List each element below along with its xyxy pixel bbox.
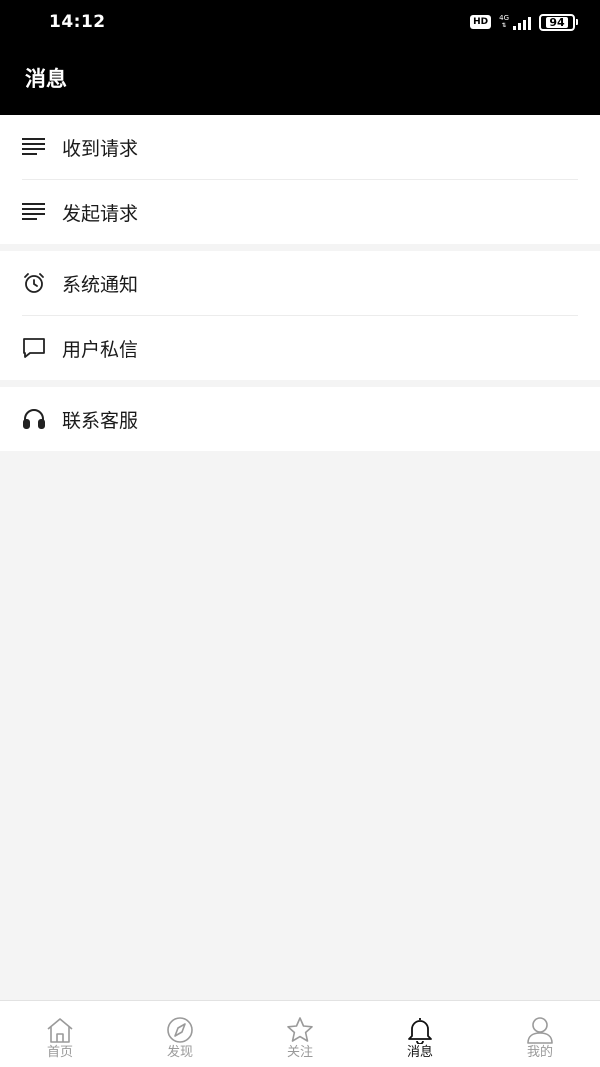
bell-icon	[405, 1015, 435, 1045]
chat-bubble-icon	[22, 336, 46, 360]
app-header: 14:12 HD 4G ⇅ 94 消息	[0, 0, 600, 115]
menu-item-label: 发起请求	[62, 202, 139, 225]
page-title: 消息	[25, 67, 67, 91]
bottom-navigation: 首页 发现 关注 消息 我的	[0, 1000, 600, 1067]
menu-item-label: 系统通知	[62, 273, 139, 296]
menu-item-label: 联系客服	[62, 409, 139, 432]
nav-item-discover[interactable]: 发现	[120, 1001, 240, 1067]
menu-group-support: 联系客服	[0, 387, 600, 451]
menu-item-label: 用户私信	[62, 338, 139, 361]
menu-item-label: 收到请求	[62, 137, 139, 160]
nav-label: 首页	[46, 1045, 73, 1060]
nav-label: 我的	[526, 1045, 553, 1060]
headphones-icon	[22, 407, 46, 431]
menu-item-customer-service[interactable]: 联系客服	[0, 387, 600, 451]
nav-label: 消息	[406, 1045, 433, 1060]
signal-icon: 4G ⇅	[499, 14, 531, 30]
menu-item-private-messages[interactable]: 用户私信	[0, 316, 600, 380]
list-icon	[22, 200, 46, 224]
home-icon	[45, 1015, 75, 1045]
nav-item-following[interactable]: 关注	[240, 1001, 360, 1067]
menu-group-requests: 收到请求 发起请求	[0, 115, 600, 244]
user-icon	[525, 1015, 555, 1045]
nav-label: 关注	[286, 1045, 313, 1060]
menu-group-messages: 系统通知 用户私信	[0, 251, 600, 380]
list-icon	[22, 135, 46, 159]
star-icon	[285, 1015, 315, 1045]
nav-label: 发现	[166, 1045, 193, 1060]
status-icons: HD 4G ⇅ 94	[470, 12, 578, 32]
status-time: 14:12	[49, 12, 106, 32]
menu-item-received-requests[interactable]: 收到请求	[0, 115, 600, 179]
nav-item-profile[interactable]: 我的	[480, 1001, 600, 1067]
compass-icon	[165, 1015, 195, 1045]
nav-item-messages[interactable]: 消息	[360, 1001, 480, 1067]
menu-item-sent-requests[interactable]: 发起请求	[0, 180, 600, 244]
network-type: 4G	[499, 14, 509, 22]
hd-badge: HD	[470, 15, 492, 29]
alarm-clock-icon	[22, 271, 46, 295]
battery-icon: 94	[539, 13, 578, 31]
nav-item-home[interactable]: 首页	[0, 1001, 120, 1067]
menu-item-system-notifications[interactable]: 系统通知	[0, 251, 600, 315]
battery-level: 94	[546, 16, 568, 28]
